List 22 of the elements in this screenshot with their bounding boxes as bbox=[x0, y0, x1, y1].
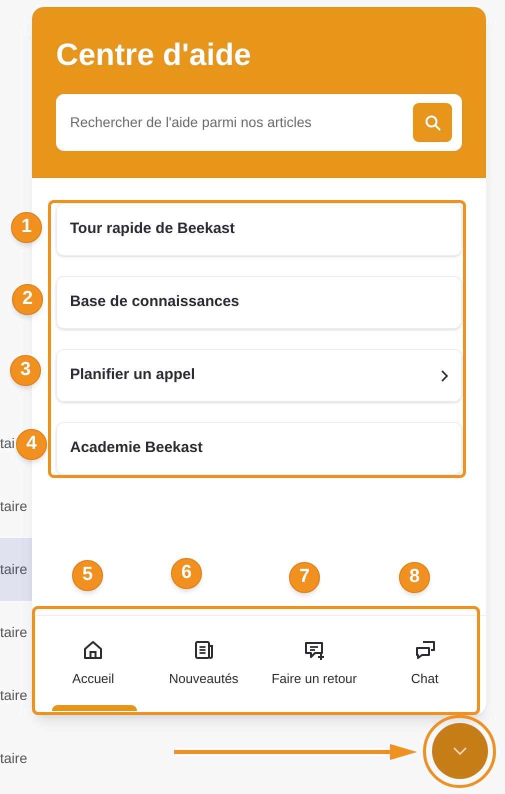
panel-title: Centre d'aide bbox=[56, 39, 252, 70]
help-menu-item[interactable]: Tour rapide de Beekast bbox=[56, 203, 462, 256]
help-menu-item[interactable]: Planifier un appel bbox=[56, 349, 462, 402]
newspaper-icon bbox=[192, 638, 215, 661]
nav-tab[interactable]: Accueil bbox=[38, 616, 148, 711]
search-icon bbox=[424, 114, 440, 130]
nav-tab[interactable]: Nouveautés bbox=[148, 616, 259, 711]
step-number-badge: 3 bbox=[10, 355, 41, 386]
nav-tab[interactable]: Chat bbox=[370, 616, 480, 711]
search-bar[interactable]: Rechercher de l'aide parmi nos articles bbox=[56, 94, 462, 151]
launcher-button[interactable] bbox=[432, 723, 488, 779]
step-number-badge: 1 bbox=[11, 212, 42, 243]
chevron-down-icon bbox=[453, 747, 467, 755]
chat-bubbles-icon bbox=[414, 638, 436, 661]
search-field[interactable]: Rechercher de l'aide parmi nos articles bbox=[70, 112, 405, 133]
nav-tab[interactable]: Faire un retour bbox=[259, 616, 370, 711]
list-row: taire bbox=[0, 538, 32, 601]
step-number-badge: 2 bbox=[12, 284, 43, 315]
help-menu-item[interactable]: Academie Beekast bbox=[56, 422, 462, 475]
home-icon bbox=[82, 638, 104, 661]
search-button[interactable] bbox=[413, 103, 452, 142]
help-menu-item[interactable]: Base de connaissances bbox=[56, 276, 462, 329]
